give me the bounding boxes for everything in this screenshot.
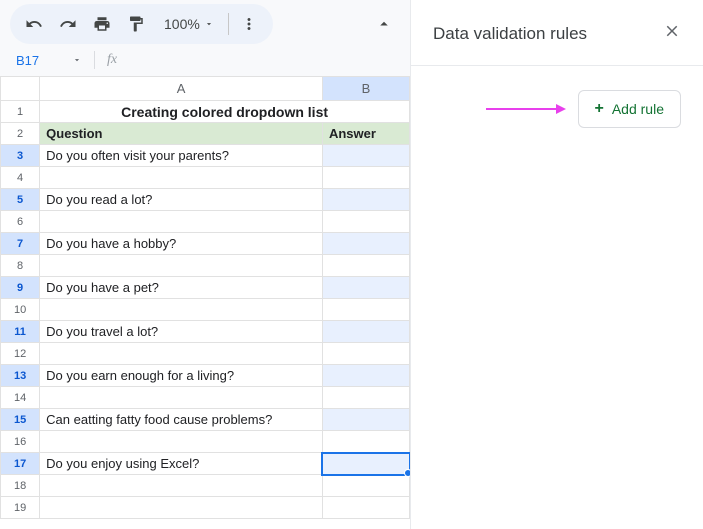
cell[interactable] [322,233,409,255]
cell[interactable] [322,431,409,453]
row-header[interactable]: 16 [1,431,40,453]
divider [94,51,95,69]
more-button[interactable] [233,8,265,40]
toolbar: 100% [0,0,410,48]
chevron-down-icon[interactable] [72,55,82,65]
row-header[interactable]: 8 [1,255,40,277]
cell[interactable]: Do you earn enough for a living? [40,365,323,387]
close-icon [663,22,681,40]
redo-button[interactable] [52,8,84,40]
row-header[interactable]: 11 [1,321,40,343]
chevron-up-icon [375,15,393,33]
row-header[interactable]: 9 [1,277,40,299]
cell[interactable] [322,365,409,387]
row-header[interactable]: 6 [1,211,40,233]
row-header[interactable]: 3 [1,145,40,167]
column-header-b[interactable]: B [322,77,409,101]
dots-vertical-icon [240,15,258,33]
row-header[interactable]: 1 [1,101,40,123]
panel-body: + Add rule [411,66,703,152]
zoom-value: 100% [164,16,200,32]
row-header[interactable]: 10 [1,299,40,321]
toolbar-divider [228,13,229,35]
cell[interactable] [40,475,323,497]
undo-button[interactable] [18,8,50,40]
cell[interactable] [40,167,323,189]
cell[interactable] [322,145,409,167]
row-header[interactable]: 17 [1,453,40,475]
close-button[interactable] [659,18,685,49]
paint-format-button[interactable] [120,8,152,40]
header-cell-question[interactable]: Question [40,123,323,145]
collapse-button[interactable] [368,8,400,40]
fx-label: fx [107,52,117,68]
cell[interactable] [322,167,409,189]
cell[interactable] [322,189,409,211]
row-header[interactable]: 13 [1,365,40,387]
row-header[interactable]: 19 [1,497,40,519]
cell[interactable]: Do you often visit your parents? [40,145,323,167]
cell[interactable] [322,211,409,233]
cell[interactable] [322,321,409,343]
row-header[interactable]: 4 [1,167,40,189]
cell[interactable] [40,255,323,277]
cell[interactable] [322,409,409,431]
print-button[interactable] [86,8,118,40]
add-rule-label: Add rule [612,101,664,117]
select-all-corner[interactable] [1,77,40,101]
spreadsheet-pane: 100% B17 fx A B 1Creating colored dropdo… [0,0,410,529]
add-rule-button[interactable]: + Add rule [578,90,682,128]
row-header[interactable]: 5 [1,189,40,211]
toolbar-group: 100% [10,4,273,44]
row-header[interactable]: 12 [1,343,40,365]
cell[interactable] [322,475,409,497]
active-cell[interactable] [322,453,409,475]
plus-icon: + [595,100,604,118]
spreadsheet-grid[interactable]: A B 1Creating colored dropdown list2Ques… [0,76,410,529]
row-header[interactable]: 15 [1,409,40,431]
formula-bar: B17 fx [0,48,410,76]
row-header[interactable]: 2 [1,123,40,145]
cell[interactable] [40,431,323,453]
cell[interactable]: Can eatting fatty food cause problems? [40,409,323,431]
annotation-arrow [484,100,566,118]
chevron-down-icon [204,19,214,29]
name-box[interactable]: B17 [10,53,66,68]
row-header[interactable]: 18 [1,475,40,497]
panel-title: Data validation rules [433,24,587,44]
panel-header: Data validation rules [411,0,703,66]
zoom-dropdown[interactable]: 100% [154,16,224,32]
sidebar-panel: Data validation rules + Add rule [410,0,703,529]
cell[interactable]: Do you travel a lot? [40,321,323,343]
cell[interactable] [322,497,409,519]
title-cell[interactable]: Creating colored dropdown list [40,101,410,123]
cell[interactable] [322,299,409,321]
row-header[interactable]: 14 [1,387,40,409]
cell[interactable] [322,255,409,277]
cell[interactable]: Do you enjoy using Excel? [40,453,323,475]
header-cell-answer[interactable]: Answer [322,123,409,145]
cell[interactable] [322,277,409,299]
cell[interactable] [40,211,323,233]
cell[interactable]: Do you have a pet? [40,277,323,299]
cell[interactable] [40,343,323,365]
row-header[interactable]: 7 [1,233,40,255]
cell[interactable]: Do you read a lot? [40,189,323,211]
column-header-a[interactable]: A [40,77,323,101]
cell[interactable] [322,387,409,409]
cell[interactable] [322,343,409,365]
cell[interactable] [40,387,323,409]
cell[interactable] [40,497,323,519]
cell[interactable]: Do you have a hobby? [40,233,323,255]
cell[interactable] [40,299,323,321]
